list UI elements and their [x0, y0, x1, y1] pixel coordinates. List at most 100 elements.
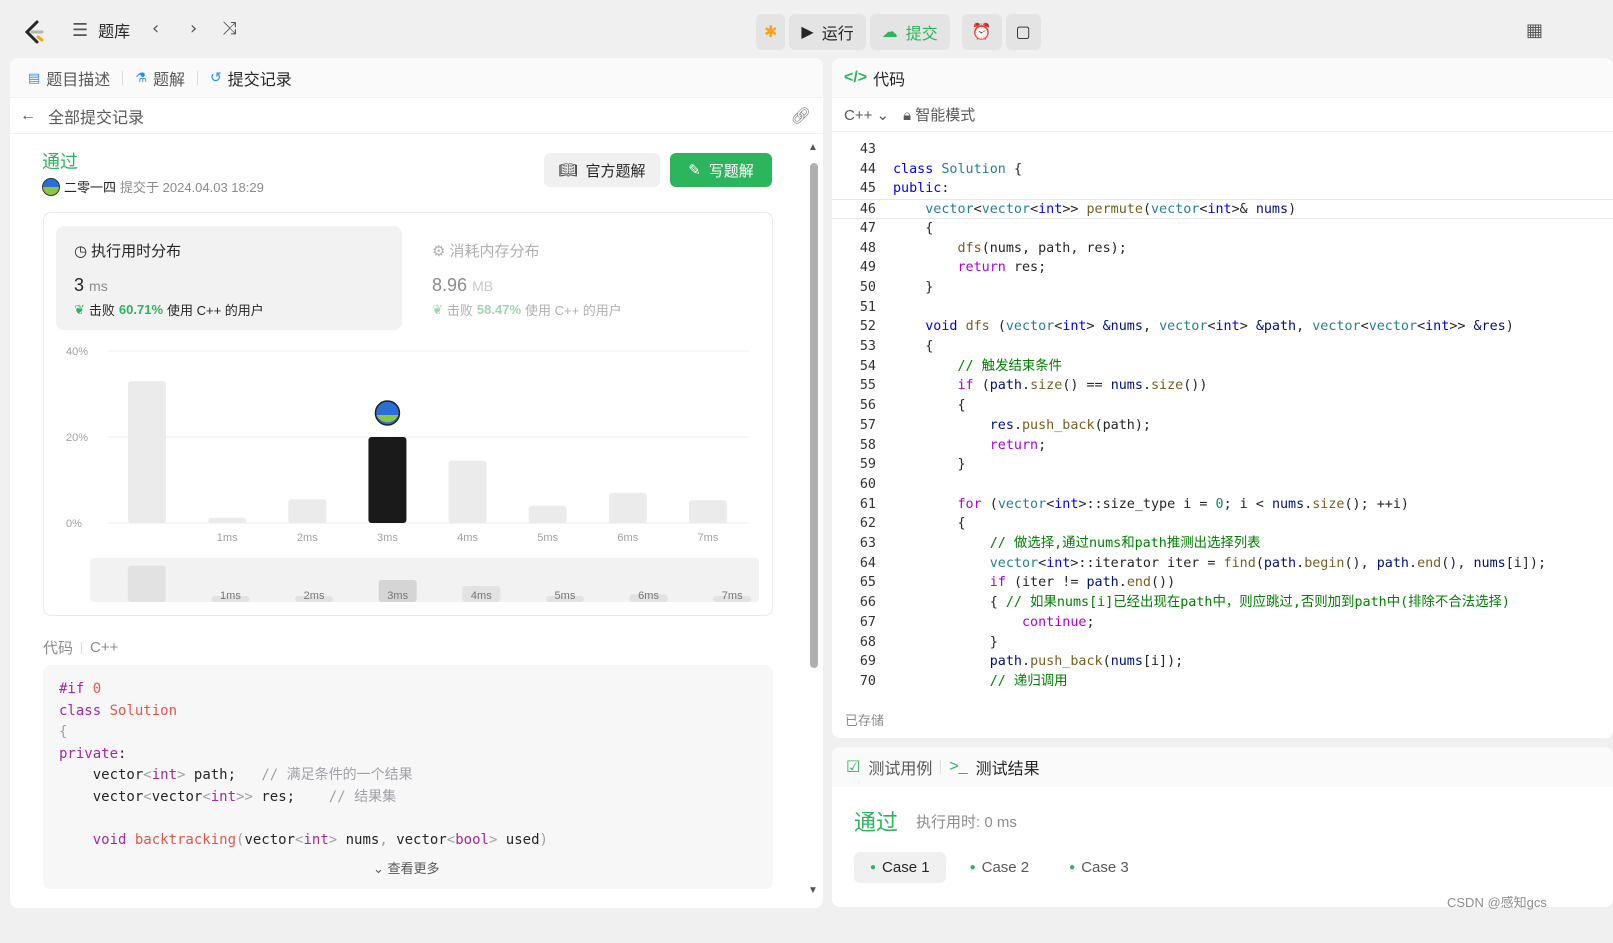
code-token: // 触发结束条件 — [893, 358, 1063, 374]
code-token: nums — [1473, 555, 1506, 571]
avatar[interactable] — [42, 177, 60, 196]
runtime-card-title: ◷ 执行用时分布 — [74, 240, 384, 261]
pass-dot-icon: ● — [969, 862, 976, 873]
editor-line: 47 { — [832, 219, 1613, 239]
tab-submissions[interactable]: ↺ 提交记录 — [206, 66, 296, 90]
official-solution-button[interactable]: 📖︎ 官方题解 — [544, 153, 660, 187]
line-number: 54 — [859, 358, 876, 374]
code-token: { — [1013, 161, 1022, 177]
tab-divider — [122, 70, 124, 85]
code-token: nums — [1110, 654, 1143, 670]
code-token: path — [1086, 575, 1119, 591]
debug-button[interactable]: ✱ — [756, 14, 786, 50]
code-token: ) — [1288, 202, 1297, 218]
line-text: path.push_back(nums[i]); — [893, 652, 1184, 672]
editor-line: 64 vector<int>::iterator iter = find(pat… — [832, 554, 1613, 574]
code-token: } — [893, 634, 998, 650]
scroll-down-icon[interactable]: ▼ — [808, 885, 818, 896]
document-icon: ▤ — [28, 69, 41, 85]
code-token: vector — [989, 555, 1039, 571]
code-token: { — [893, 595, 1006, 611]
code-token: < — [446, 831, 456, 848]
layout-button[interactable]: ▦ — [1526, 20, 1543, 41]
code-token: res; — [1013, 260, 1047, 276]
code-token: < — [1038, 555, 1047, 571]
case-tab[interactable]: ● Case 2 — [954, 852, 1046, 883]
line-number: 61 — [859, 496, 876, 512]
editor-line: 56 { — [832, 396, 1613, 416]
code-token: int — [210, 788, 237, 805]
problem-bank-button[interactable]: ☰ 题库 — [72, 18, 130, 42]
code-token: class — [893, 161, 942, 177]
edit-icon: ✎ — [688, 162, 701, 179]
code-token: end — [1126, 575, 1151, 591]
code-line: #if 0 — [59, 679, 757, 701]
chart-range-slider[interactable]: 1ms 2ms 3ms 4ms 5ms 6ms 7ms — [90, 558, 759, 602]
editor-line: 53 { — [832, 337, 1613, 357]
all-submissions-link[interactable]: 全部提交记录 — [48, 104, 144, 128]
code-token: &nums — [1102, 319, 1143, 335]
runtime-card[interactable]: ◷ 执行用时分布 3 ms ❦ 击败 60.71% 使用 C++ 的用户 — [56, 226, 402, 330]
tab-result[interactable]: 测试结果 — [976, 755, 1040, 779]
leetcode-logo-icon[interactable] — [20, 18, 48, 46]
code-editor[interactable]: 43 44 class Solution {45 public: 46 vector<v… — [832, 132, 1613, 689]
prev-problem-button[interactable]: ‹ — [152, 18, 159, 39]
link-icon[interactable]: 🔗︎ — [791, 106, 811, 125]
line-text: void dfs (vector<int> &nums, vector<int>… — [893, 317, 1514, 337]
timer-button[interactable]: ⏰ — [961, 14, 1002, 50]
code-token: ; — [1086, 614, 1095, 630]
submit-button[interactable]: ☁ 提交 — [869, 14, 950, 50]
next-problem-button[interactable]: › — [190, 18, 197, 39]
code-token: // 满足条件的一个结果 — [261, 767, 413, 783]
code-token: end — [1417, 555, 1442, 571]
view-more-button[interactable]: ⌄ 查看更多 — [373, 858, 440, 877]
editor-title[interactable]: 代码 — [873, 66, 905, 90]
code-token: , — [1296, 319, 1313, 335]
tab-description[interactable]: ▤ 题目描述 — [24, 66, 114, 90]
run-button[interactable]: ▶ 运行 — [789, 14, 866, 50]
back-arrow-icon[interactable]: ← — [20, 107, 36, 125]
write-solution-button[interactable]: ✎ 写题解 — [670, 153, 772, 187]
submission-meta: 二零一四 提交于 2024.04.03 18:29 — [42, 177, 264, 196]
random-problem-button[interactable]: ⤨ — [222, 18, 236, 39]
language-select[interactable]: C++ ⌄ — [844, 106, 889, 124]
case-tab[interactable]: ● Case 1 — [854, 852, 946, 883]
x-tick-label: 4ms — [457, 532, 478, 544]
editor-tabs: </> 代码 — [832, 58, 1613, 98]
runtime-title: 执行用时分布 — [91, 243, 182, 260]
smart-mode[interactable]: 🔒︎ 智能模式 — [903, 104, 975, 125]
line-text: { — [893, 337, 933, 357]
code-token: public — [893, 181, 942, 197]
chart-bar — [208, 517, 247, 523]
case-tab[interactable]: ● Case 3 — [1053, 852, 1145, 883]
code-token: int — [1207, 202, 1232, 218]
tab-testcase[interactable]: 测试用例 — [868, 755, 932, 779]
line-text: { — [893, 396, 966, 416]
editor-line: 48 dfs(nums, path, res); — [832, 239, 1613, 259]
editor-line: 50 } — [832, 278, 1613, 298]
notes-button[interactable]: ▢ — [1005, 14, 1041, 50]
divider — [81, 641, 83, 654]
editor-line: 44 class Solution { — [832, 160, 1613, 180]
scrollbar-thumb[interactable] — [810, 163, 818, 668]
code-token: { — [893, 398, 966, 414]
code-token: vector — [1312, 319, 1361, 335]
code-token: vector — [1368, 319, 1418, 335]
line-number: 50 — [859, 279, 876, 295]
code-token: } — [893, 457, 966, 473]
tab-solutions[interactable]: ⚗ 题解 — [131, 66, 189, 90]
submission-status: 通过 — [42, 152, 78, 172]
slider-tick-label: 5ms — [555, 590, 576, 602]
editor-panel: </> 代码 C++ ⌄ 🔒︎ 智能模式 43 44 class Solution … — [832, 58, 1613, 738]
memory-beat-suffix: 使用 C++ 的用户 — [525, 303, 622, 318]
code-section-header: 代码 C++ — [43, 637, 118, 658]
alarm-clock-icon: ⏰ — [971, 24, 992, 41]
code-token: { — [893, 220, 934, 236]
username[interactable]: 二零一四 — [64, 177, 116, 196]
code-token: void — [59, 831, 135, 848]
line-text: res.push_back(path); — [893, 416, 1151, 436]
code-token: dfs — [965, 319, 998, 335]
memory-card[interactable]: ⚙ 消耗内存分布 8.96 MB ❦ 击败 58.47% 使用 C++ 的用户 — [420, 226, 766, 330]
scroll-up-icon[interactable]: ▲ — [808, 142, 818, 153]
code-line: vector<vector<int>> res; // 结果集 — [59, 787, 757, 809]
